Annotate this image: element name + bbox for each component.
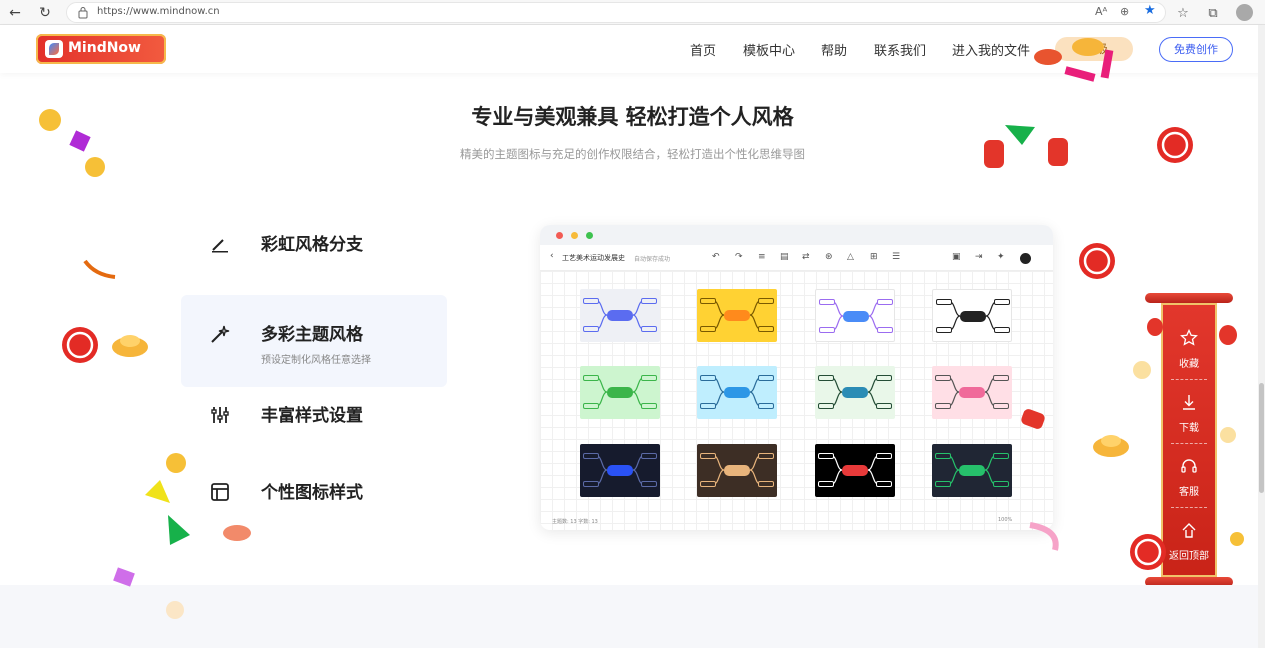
scrollbar-thumb[interactable] <box>1259 383 1264 493</box>
zoom-icon[interactable]: ⊕ <box>1120 5 1129 18</box>
page-scrollbar[interactable] <box>1258 25 1265 648</box>
reload-icon[interactable]: ↻ <box>35 3 55 23</box>
red-lucky-charm-icon <box>62 127 1193 570</box>
confetti-icon <box>69 49 1114 587</box>
festive-decorations <box>39 38 1244 619</box>
read-aloud-icon[interactable]: Aᴬ <box>1095 5 1107 18</box>
address-bar[interactable]: https://www.mindnow.cn Aᴬ ⊕ ★ <box>66 2 1166 23</box>
gold-ingot-icon <box>112 38 1129 457</box>
favorites-icon[interactable]: ☆ <box>1173 3 1193 23</box>
browser-toolbar: ← ↻ https://www.mindnow.cn Aᴬ ⊕ ★ ☆ ⧉ <box>0 0 1265 25</box>
back-icon[interactable]: ← <box>5 3 25 23</box>
lock-icon <box>78 7 88 19</box>
golden-flower-icon <box>39 109 1244 619</box>
profile-avatar[interactable] <box>1236 4 1253 21</box>
koi-fish-icon <box>223 49 1062 541</box>
url-text: https://www.mindnow.cn <box>97 6 220 17</box>
favorite-star-icon[interactable]: ★ <box>1144 3 1156 18</box>
lantern-icon <box>1147 318 1237 345</box>
ribbon-icon <box>1029 522 1059 551</box>
collections-icon[interactable]: ⧉ <box>1203 3 1223 23</box>
firecracker-icon <box>984 138 1068 429</box>
